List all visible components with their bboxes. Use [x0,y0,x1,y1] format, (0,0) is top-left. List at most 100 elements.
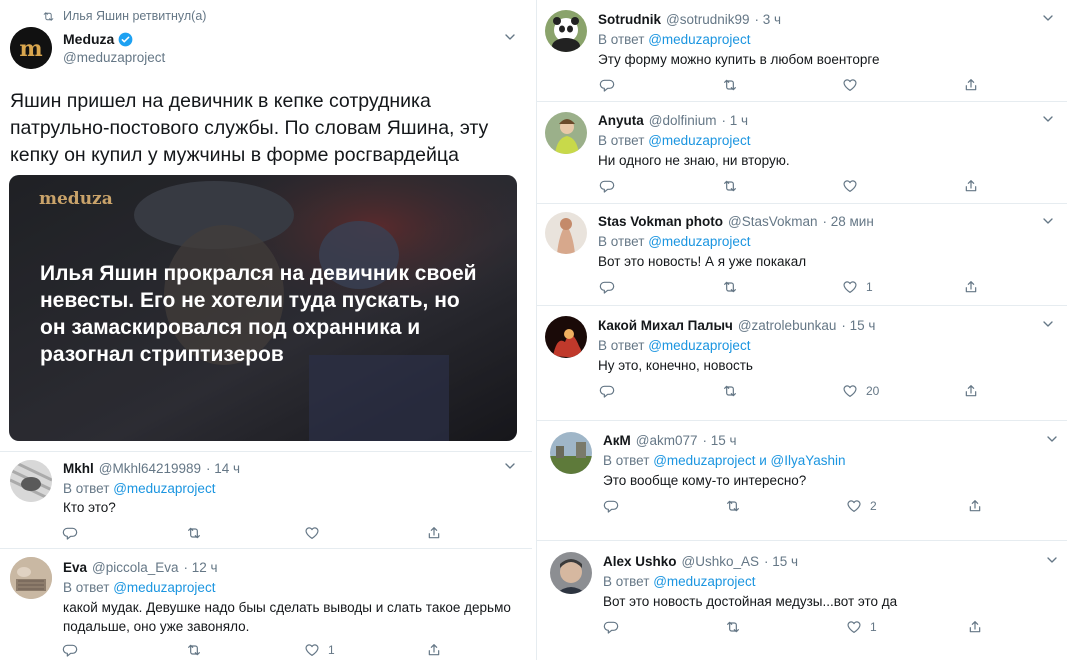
share-button[interactable] [963,77,979,93]
retweet-button[interactable] [722,383,738,399]
retweet-banner[interactable]: Илья Яшин ретвитнул(а) [42,9,206,23]
reply-time[interactable]: · 15 ч [703,433,737,448]
retweet-button[interactable] [725,619,741,635]
reply-tweet[interactable]: Sotrudnik @sotrudnik99 · 3 ч В ответ @me… [537,0,1067,100]
retweet-button[interactable] [722,178,738,194]
reply-author-handle[interactable]: @zatrolebunkau [738,318,837,333]
author-handle[interactable]: @meduzaproject [63,50,165,65]
reply-author-name[interactable]: Sotrudnik [598,12,661,27]
reply-button[interactable] [599,383,615,399]
reply-button[interactable] [599,178,615,194]
share-button[interactable] [963,279,979,295]
chevron-down-icon[interactable] [1044,431,1060,447]
media-card[interactable]: meduza Илья Яшин прокрался на девичник с… [9,175,517,441]
reply-author-name[interactable]: АкМ [603,433,631,448]
reply-author-name[interactable]: Anyuta [598,113,644,128]
like-button[interactable] [842,77,866,93]
verified-icon [118,32,133,46]
reply-button[interactable] [599,279,615,295]
reply-author-handle[interactable]: @dolfinium [649,113,717,128]
reply-to-link[interactable]: @meduzaproject [648,32,750,47]
like-button[interactable] [842,178,866,194]
avatar[interactable] [550,432,592,474]
chevron-down-icon[interactable] [1040,213,1056,229]
reply-tweet[interactable]: АкМ @akm077 · 15 ч В ответ @meduzaprojec… [537,421,1067,536]
like-button[interactable]: 20 [842,383,879,399]
share-button[interactable] [963,383,979,399]
avatar[interactable] [550,552,592,594]
reply-time[interactable]: · 15 ч [764,554,798,569]
avatar[interactable] [545,112,587,154]
reply-button[interactable] [603,498,619,514]
reply-time[interactable]: · 12 ч [184,560,218,575]
reply-to-link[interactable]: @meduzaproject [113,580,215,595]
reply-button[interactable] [603,619,619,635]
share-button[interactable] [426,525,442,541]
reply-time[interactable]: · 28 мин [823,214,874,229]
share-button[interactable] [967,498,983,514]
avatar[interactable] [545,316,587,358]
retweet-button[interactable] [186,525,202,541]
reply-author-handle[interactable]: @Mkhl64219989 [99,461,201,476]
avatar[interactable]: m [10,27,52,69]
retweet-button[interactable] [186,642,202,658]
reply-author-handle[interactable]: @akm077 [636,433,698,448]
chevron-down-icon[interactable] [1040,111,1056,127]
like-icon [842,178,858,194]
share-button[interactable] [426,642,442,658]
reply-button[interactable] [62,642,78,658]
reply-to-extra[interactable]: и @IlyaYashin [759,453,845,468]
reply-author-name[interactable]: Eva [63,560,87,575]
reply-tweet[interactable]: Anyuta @dolfinium · 1 ч В ответ @meduzap… [537,102,1067,202]
avatar[interactable] [545,212,587,254]
retweet-button[interactable] [722,77,738,93]
reply-tweet[interactable]: Какой Михал Палыч @zatrolebunkau · 15 ч … [537,306,1067,409]
reply-button[interactable] [599,77,615,93]
like-icon [846,619,862,635]
reply-text: Это вообще кому-то интересно? [603,473,807,488]
reply-author-name[interactable]: Mkhl [63,461,94,476]
reply-time[interactable]: · 1 ч [722,113,749,128]
like-button[interactable] [304,525,328,541]
chevron-down-icon[interactable] [1040,316,1056,332]
share-button[interactable] [963,178,979,194]
retweet-button[interactable] [722,279,738,295]
reply-author-name[interactable]: Какой Михал Палыч [598,318,733,333]
reply-author-handle[interactable]: @StasVokman [728,214,818,229]
reply-author-handle[interactable]: @sotrudnik99 [666,12,750,27]
reply-to-link[interactable]: @meduzaproject [648,338,750,353]
reply-tweet[interactable]: Eva @piccola_Eva · 12 ч В ответ @meduzap… [0,549,532,660]
chevron-down-icon[interactable] [1040,10,1056,26]
reply-to-link[interactable]: @meduzaproject [113,481,215,496]
like-button[interactable]: 1 [846,619,877,635]
reply-time[interactable]: · 3 ч [755,12,782,27]
reply-to-link[interactable]: @meduzaproject [653,453,755,468]
share-button[interactable] [967,619,983,635]
reply-author-name[interactable]: Alex Ushko [603,554,677,569]
avatar[interactable] [10,460,52,502]
like-button[interactable]: 2 [846,498,877,514]
reply-author-handle[interactable]: @piccola_Eva [92,560,179,575]
reply-to-link[interactable]: @meduzaproject [648,133,750,148]
reply-tweet[interactable]: Mkhl @Mkhl64219989 · 14 ч В ответ @meduz… [0,452,532,547]
avatar[interactable] [545,10,587,52]
avatar[interactable] [10,557,52,599]
like-button[interactable]: 1 [304,642,335,658]
chevron-down-icon[interactable] [502,458,518,474]
author-name[interactable]: Meduza [63,31,114,47]
reply-prefix: В ответ [598,234,645,249]
reply-button[interactable] [62,525,78,541]
retweet-button[interactable] [725,498,741,514]
reply-author-handle[interactable]: @Ushko_AS [682,554,760,569]
reply-time[interactable]: · 14 ч [206,461,240,476]
reply-author-name[interactable]: Stas Vokman photo [598,214,723,229]
like-button[interactable]: 1 [842,279,873,295]
chevron-down-icon[interactable] [502,29,518,45]
reply-tweet[interactable]: Stas Vokman photo @StasVokman · 28 мин В… [537,204,1067,304]
reply-tweet[interactable]: Alex Ushko @Ushko_AS · 15 ч В ответ @med… [537,541,1067,660]
like-count: 1 [328,643,335,657]
reply-time[interactable]: · 15 ч [841,318,875,333]
reply-to-link[interactable]: @meduzaproject [653,574,755,589]
reply-to-link[interactable]: @meduzaproject [648,234,750,249]
chevron-down-icon[interactable] [1044,552,1060,568]
